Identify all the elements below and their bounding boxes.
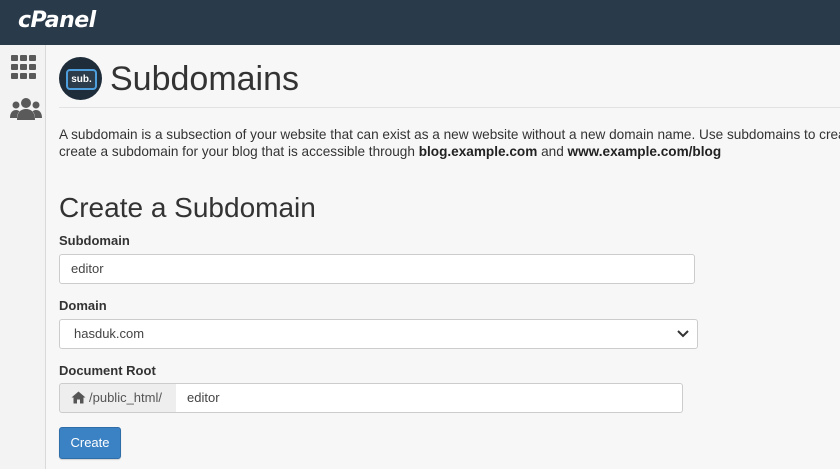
description-text: create a subdomain for your blog that is… (59, 144, 419, 159)
sidebar-item-users[interactable] (10, 96, 42, 124)
public-html-path: /public_html/ (89, 390, 162, 405)
top-bar: cPanel (0, 0, 840, 45)
example-blog-path: www.example.com/blog (567, 144, 722, 159)
users-icon (10, 98, 42, 120)
subdomain-input[interactable]: editor (59, 254, 695, 284)
title-divider (59, 107, 840, 108)
page-title: Subdomains (110, 60, 300, 98)
description-line-1: A subdomain is a subsection of your webs… (59, 127, 840, 142)
domain-select[interactable]: hasduk.com (59, 319, 698, 349)
sidebar (0, 45, 46, 469)
home-icon (71, 391, 86, 404)
sub-badge: sub. (66, 69, 97, 90)
domain-label: Domain (59, 298, 107, 313)
main-content: sub. Subdomains A subdomain is a subsect… (46, 45, 840, 469)
description-text: and (537, 144, 568, 159)
section-title: Create a Subdomain (59, 192, 316, 223)
description-line-2: create a subdomain for your blog that is… (59, 143, 840, 160)
example-blog-subdomain: blog.example.com (418, 144, 538, 159)
subdomains-page-icon: sub. (59, 57, 102, 100)
page-description: A subdomain is a subsection of your webs… (59, 126, 840, 160)
document-root-input[interactable]: editor (176, 383, 683, 413)
cpanel-logo[interactable]: cPanel (18, 8, 96, 33)
sidebar-item-tools[interactable] (10, 54, 38, 82)
chevron-down-icon (677, 330, 689, 338)
domain-selected-value: hasduk.com (74, 326, 145, 341)
grid-icon (11, 55, 36, 79)
subdomain-label: Subdomain (59, 233, 130, 248)
document-root-prefix: /public_html/ (59, 383, 178, 413)
create-button[interactable]: Create (59, 427, 121, 459)
document-root-label: Document Root (59, 363, 156, 378)
document-root-group: /public_html/ editor (59, 383, 683, 413)
